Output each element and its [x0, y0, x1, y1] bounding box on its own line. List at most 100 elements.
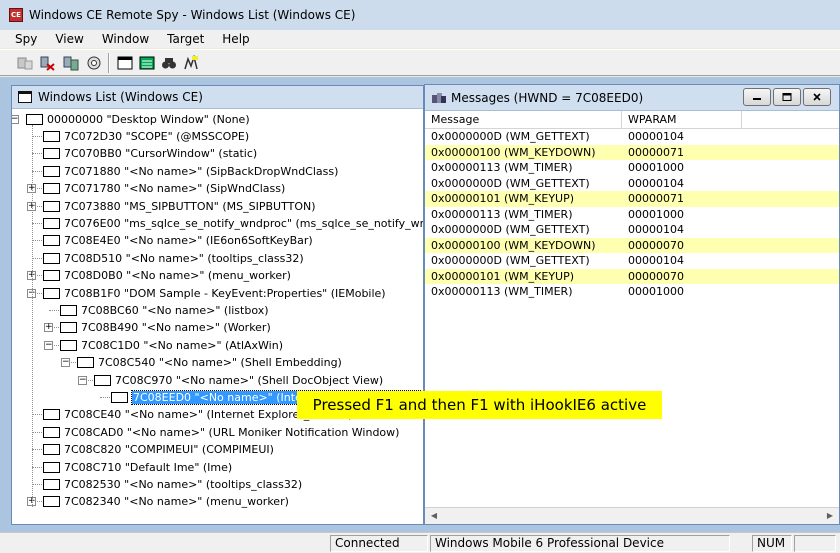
- tree-connector: [32, 414, 42, 416]
- tree-node[interactable]: 7C082340 "<No name>" (menu_worker): [43, 493, 289, 510]
- close-icon: [813, 93, 821, 101]
- tree-node[interactable]: 7C076E00 "ms_sqlce_se_notify_wndproc" (m…: [43, 215, 423, 232]
- disconnect-icon[interactable]: [37, 53, 59, 73]
- tree-connector: [32, 257, 42, 259]
- horizontal-scrollbar[interactable]: ◀ ▶: [425, 507, 839, 524]
- collapse-icon[interactable]: −: [44, 340, 53, 350]
- title-bar: CE Windows CE Remote Spy - Windows List …: [0, 0, 840, 30]
- window-node-icon: [43, 200, 60, 212]
- tree-node-label: 7C08B490 "<No name>" (Worker): [81, 321, 271, 335]
- tree-node[interactable]: 7C08C1D0 "<No name>" (AtlAxWin): [60, 337, 283, 354]
- tree-node-label: 7C08D0B0 "<No name>" (menu_worker): [64, 269, 291, 283]
- tree-connector: [32, 222, 42, 224]
- collapse-icon[interactable]: −: [78, 375, 87, 385]
- menu-view[interactable]: View: [46, 32, 92, 46]
- collapse-icon[interactable]: −: [12, 114, 19, 124]
- message-row[interactable]: 0x0000000D (WM_GETTEXT) 00000104: [425, 222, 839, 238]
- tree-node[interactable]: 7C08B490 "<No name>" (Worker): [60, 319, 271, 336]
- messages-list[interactable]: 0x0000000D (WM_GETTEXT) 00000104 0x0000010…: [425, 129, 839, 300]
- window-node-icon: [43, 148, 60, 160]
- windows-list-title: Windows List (Windows CE): [38, 90, 203, 104]
- tree-node[interactable]: 7C08E4E0 "<No name>" (IE6on6SoftKeyBar): [43, 232, 313, 249]
- minimize-button[interactable]: [743, 88, 771, 106]
- window-icon[interactable]: [114, 53, 136, 73]
- expand-icon[interactable]: +: [44, 323, 53, 333]
- tree-node[interactable]: 7C082530 "<No name>" (tooltips_class32): [43, 476, 302, 493]
- tree-connector: [32, 466, 42, 468]
- window-node-icon: [77, 357, 94, 369]
- window-node-icon: [43, 478, 60, 490]
- tree-node[interactable]: 7C071880 "<No name>" (SipBackDropWndClas…: [43, 163, 338, 180]
- message-name: 0x0000000D (WM_GETTEXT): [431, 130, 590, 144]
- refresh-icon[interactable]: [60, 53, 82, 73]
- messages-titlebar[interactable]: Messages (HWND = 7C08EED0): [425, 85, 839, 111]
- tree-node[interactable]: 7C08B1F0 "DOM Sample - KeyEvent:Properti…: [43, 285, 386, 302]
- message-row[interactable]: 0x0000000D (WM_GETTEXT) 00000104: [425, 176, 839, 192]
- tree-node[interactable]: 7C070BB0 "CursorWindow" (static): [43, 145, 257, 162]
- message-name: 0x00000113 (WM_TIMER): [431, 207, 573, 221]
- tree-node[interactable]: 7C08C710 "Default Ime" (Ime): [43, 459, 232, 476]
- column-header-wparam[interactable]: WPARAM: [622, 111, 742, 128]
- message-name: 0x00000113 (WM_TIMER): [431, 161, 573, 175]
- connect-icon[interactable]: [14, 53, 36, 73]
- settings-icon[interactable]: [83, 53, 105, 73]
- list-icon[interactable]: [136, 53, 158, 73]
- windows-list-window[interactable]: Windows List (Windows CE) 00000000 "Desk…: [11, 85, 424, 525]
- messages-window[interactable]: Messages (HWND = 7C08EED0) Message WPARA…: [424, 84, 840, 525]
- scroll-right-icon[interactable]: ▶: [822, 509, 838, 523]
- tree-node[interactable]: 7C08C970 "<No name>" (Shell DocObject Vi…: [94, 372, 383, 389]
- find-icon[interactable]: [158, 53, 180, 73]
- tree-node[interactable]: 7C08C540 "<No name>" (Shell Embedding): [77, 354, 342, 371]
- tree-connector: [32, 449, 42, 451]
- windows-list-titlebar[interactable]: Windows List (Windows CE): [12, 86, 423, 109]
- window-node-icon: [60, 339, 77, 351]
- tree-node-label: 7C071880 "<No name>" (SipBackDropWndClas…: [64, 164, 339, 178]
- messages-header: Message WPARAM: [425, 111, 839, 129]
- message-row[interactable]: 0x00000113 (WM_TIMER) 00001000: [425, 284, 839, 300]
- message-row[interactable]: 0x00000113 (WM_TIMER) 00001000: [425, 160, 839, 176]
- scroll-left-icon[interactable]: ◀: [426, 509, 442, 523]
- menu-bar: Spy View Window Target Help: [0, 30, 840, 48]
- message-name: 0x00000101 (WM_KEYUP): [431, 192, 575, 206]
- window-title: Windows CE Remote Spy - Windows List (Wi…: [29, 8, 356, 22]
- tree-connector: [32, 135, 42, 137]
- message-row[interactable]: 0x0000000D (WM_GETTEXT) 00000104: [425, 129, 839, 145]
- tree-node[interactable]: 7C08C820 "COMPIMEUI" (COMPIMEUI): [43, 441, 274, 458]
- menu-spy[interactable]: Spy: [6, 32, 46, 46]
- tree-node-label: 7C08C1D0 "<No name>" (AtlAxWin): [81, 338, 284, 352]
- message-wparam: 00001000: [628, 161, 684, 175]
- window-node-icon: [43, 252, 60, 264]
- tree-node-label: 7C08C540 "<No name>" (Shell Embedding): [98, 356, 342, 370]
- message-row[interactable]: 0x0000000D (WM_GETTEXT) 00000104: [425, 253, 839, 269]
- status-connection: Connected: [330, 535, 428, 552]
- menu-window[interactable]: Window: [93, 32, 158, 46]
- tree-node[interactable]: 7C08D0B0 "<No name>" (menu_worker): [43, 267, 291, 284]
- message-row[interactable]: 0x00000100 (WM_KEYDOWN) 00000071: [425, 144, 839, 160]
- tree-node-label: 7C082340 "<No name>" (menu_worker): [64, 495, 289, 509]
- message-row[interactable]: 0x00000101 (WM_KEYUP) 00000070: [425, 268, 839, 284]
- tree-node[interactable]: 7C08D510 "<No name>" (tooltips_class32): [43, 250, 304, 267]
- message-row[interactable]: 0x00000113 (WM_TIMER) 00001000: [425, 207, 839, 223]
- message-row[interactable]: 0x00000100 (WM_KEYDOWN) 00000070: [425, 237, 839, 253]
- menu-target[interactable]: Target: [158, 32, 213, 46]
- menu-help[interactable]: Help: [213, 32, 258, 46]
- target-icon[interactable]: [180, 53, 202, 73]
- window-node-icon: [26, 113, 43, 125]
- window-node-icon: [43, 270, 60, 282]
- tree-node[interactable]: 00000000 "Desktop Window" (None): [26, 111, 250, 128]
- tree-node[interactable]: 7C073880 "MS_SIPBUTTON" (MS_SIPBUTTON): [43, 198, 316, 215]
- collapse-icon[interactable]: −: [61, 358, 70, 368]
- tree-node[interactable]: 7C072D30 "SCOPE" (@MSSCOPE): [43, 128, 249, 145]
- message-name: 0x0000000D (WM_GETTEXT): [431, 176, 590, 190]
- tree-node[interactable]: 7C08CAD0 "<No name>" (URL Moniker Notifi…: [43, 424, 399, 441]
- message-name: 0x00000100 (WM_KEYDOWN): [431, 145, 596, 159]
- messages-title: Messages (HWND = 7C08EED0): [451, 90, 644, 105]
- windows-tree[interactable]: 00000000 "Desktop Window" (None) − 7C072D3…: [12, 109, 423, 519]
- maximize-button[interactable]: [773, 88, 801, 106]
- window-node-icon: [43, 130, 60, 142]
- tree-node[interactable]: 7C08BC60 "<No name>" (listbox): [60, 302, 269, 319]
- close-button[interactable]: [803, 88, 831, 106]
- column-header-message[interactable]: Message: [425, 111, 622, 128]
- message-row[interactable]: 0x00000101 (WM_KEYUP) 00000071: [425, 191, 839, 207]
- tree-node[interactable]: 7C071780 "<No name>" (SipWndClass): [43, 180, 285, 197]
